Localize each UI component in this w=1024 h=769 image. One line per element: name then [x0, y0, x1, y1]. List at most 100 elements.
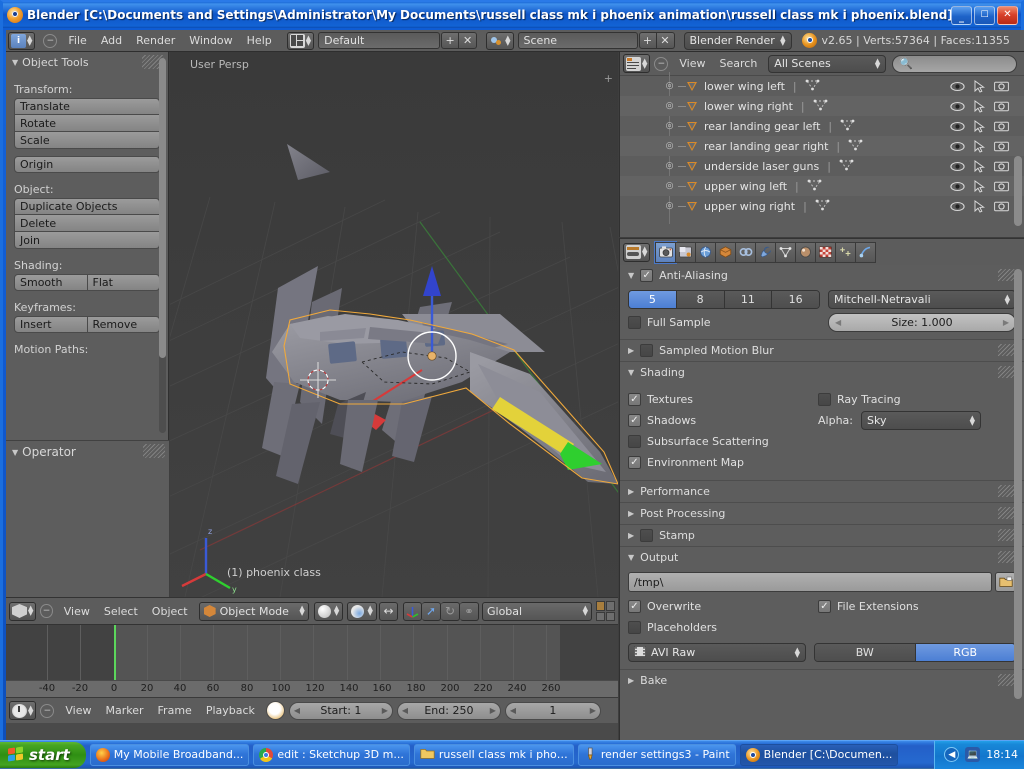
output-header[interactable]: ▼ Output	[620, 547, 1024, 568]
bake-header[interactable]: ▶ Bake	[620, 670, 1024, 691]
start-frame-field[interactable]: ◀ Start: 1 ▶	[289, 702, 393, 720]
taskbar-item-sketchup[interactable]: edit : Sketchup 3D m...	[253, 744, 410, 766]
camera-icon[interactable]	[990, 180, 1012, 192]
particles-tab[interactable]	[835, 242, 856, 263]
screen-layout-name[interactable]: Default	[318, 32, 440, 49]
expand-icon[interactable]: ◎	[664, 161, 675, 172]
eye-icon[interactable]	[946, 201, 968, 212]
object-data-tab[interactable]	[775, 242, 796, 263]
stamp-checkbox[interactable]: ✓	[640, 529, 653, 542]
scene-tab[interactable]	[695, 242, 716, 263]
camera-icon[interactable]	[990, 120, 1012, 132]
render-layers-tab[interactable]	[675, 242, 696, 263]
properties-scrollbar[interactable]	[1014, 269, 1022, 699]
viewport-menu-select[interactable]: Select	[97, 603, 145, 620]
expand-icon[interactable]: ◎	[664, 81, 675, 92]
eye-icon[interactable]	[946, 101, 968, 112]
full-sample-checkbox[interactable]: ✓	[628, 316, 641, 329]
viewport-editor-type-selector[interactable]: ▲▼	[9, 602, 36, 621]
close-button[interactable]: ✕	[997, 6, 1018, 25]
aa-sample-8[interactable]: 8	[677, 291, 725, 308]
texture-tab[interactable]	[815, 242, 836, 263]
environment-map-checkbox[interactable]: ✓	[628, 456, 641, 469]
info-editor-type-selector[interactable]: i ▲▼	[8, 32, 35, 50]
physics-tab[interactable]	[855, 242, 876, 263]
post-processing-header[interactable]: ▶ Post Processing	[620, 503, 1024, 524]
camera-icon[interactable]	[990, 140, 1012, 152]
decrement-icon[interactable]: ◀	[510, 706, 516, 715]
transform-orientation-selector[interactable]: Global ▲▼	[482, 602, 592, 621]
aa-sample-5[interactable]: 5	[629, 291, 677, 308]
outliner-row-lower-wing-left[interactable]: ◎ lower wing left |	[620, 76, 1024, 96]
decrement-icon[interactable]: ◀	[402, 706, 408, 715]
timeline-track[interactable]	[6, 625, 618, 680]
object-tools-panel-header[interactable]: ▼ Object Tools	[6, 52, 168, 73]
outliner-menu-view[interactable]: View	[672, 55, 712, 72]
collapse-menu-icon[interactable]: −	[654, 57, 668, 71]
snap-magnet-icon[interactable]: ⚭	[460, 602, 479, 621]
render-tab[interactable]	[655, 242, 676, 263]
menu-add[interactable]: Add	[94, 32, 129, 49]
outliner-editor-type-selector[interactable]: ▲▼	[623, 54, 650, 73]
file-extensions-checkbox[interactable]: ✓	[818, 600, 831, 613]
performance-header[interactable]: ▶ Performance	[620, 481, 1024, 502]
camera-icon[interactable]	[990, 100, 1012, 112]
screen-layout-selector[interactable]: ▲▼	[287, 32, 314, 50]
timeline-menu-view[interactable]: View	[58, 702, 98, 719]
aa-sample-16[interactable]: 16	[772, 291, 819, 308]
outliner-menu-search[interactable]: Search	[713, 55, 765, 72]
file-extensions-row[interactable]: ✓ File Extensions	[818, 596, 1016, 617]
shadows-checkbox[interactable]: ✓	[628, 414, 641, 427]
menu-window[interactable]: Window	[182, 32, 239, 49]
duplicate-objects-button[interactable]: Duplicate Objects	[14, 198, 160, 215]
scale-button[interactable]: Scale	[14, 132, 160, 149]
textures-checkbox[interactable]: ✓	[628, 393, 641, 406]
outliner-row-upper-wing-right[interactable]: ◎ upper wing right |	[620, 196, 1024, 216]
origin-button[interactable]: Origin	[14, 156, 160, 173]
flat-button[interactable]: Flat	[88, 274, 161, 291]
translate-button[interactable]: Translate	[14, 98, 160, 115]
aa-filter-selector[interactable]: Mitchell-Netravali ▲▼	[828, 290, 1016, 309]
world-tab[interactable]	[715, 242, 736, 263]
join-button[interactable]: Join	[14, 232, 160, 249]
viewport-panel-toggle-icon[interactable]: +	[604, 72, 613, 85]
add-screen-button[interactable]: +	[441, 32, 459, 49]
decrement-icon[interactable]: ◀	[294, 706, 300, 715]
viewport-menu-view[interactable]: View	[57, 603, 97, 620]
placeholders-row[interactable]: ✓ Placeholders	[628, 617, 818, 638]
subsurface-scattering-checkbox[interactable]: ✓	[628, 435, 641, 448]
pivot-point-selector[interactable]: ▲▼	[347, 602, 377, 621]
eye-icon[interactable]	[946, 121, 968, 132]
overwrite-row[interactable]: ✓ Overwrite	[628, 596, 818, 617]
menu-render[interactable]: Render	[129, 32, 182, 49]
camera-icon[interactable]	[990, 160, 1012, 172]
cursor-arrow-icon[interactable]	[968, 180, 990, 193]
output-format-selector[interactable]: AVI Raw ▲▼	[628, 643, 806, 662]
modifiers-tab[interactable]	[755, 242, 776, 263]
scene-selector[interactable]: ▲▼	[486, 32, 513, 50]
timeline-playhead[interactable]	[114, 625, 116, 680]
collapse-menu-icon[interactable]: −	[40, 704, 54, 718]
object-constraints-tab[interactable]	[735, 242, 756, 263]
output-path-input[interactable]: /tmp\	[628, 572, 992, 592]
outliner-row-rear-landing-gear-left[interactable]: ◎ rear landing gear left |	[620, 116, 1024, 136]
expand-icon[interactable]: ◎	[664, 121, 675, 132]
outliner-display-mode-selector[interactable]: All Scenes ▲▼	[768, 55, 886, 73]
cursor-arrow-icon[interactable]	[968, 200, 990, 213]
network-icon[interactable]: 💻	[965, 747, 980, 762]
ray-tracing-checkbox[interactable]: ✓	[818, 393, 831, 406]
color-mode-rgb[interactable]: RGB	[916, 644, 1016, 661]
taskbar-item-paint[interactable]: render settings3 - Paint	[578, 744, 736, 766]
increment-icon[interactable]: ▶	[382, 706, 388, 715]
material-tab[interactable]	[795, 242, 816, 263]
alpha-selector[interactable]: Sky ▲▼	[861, 411, 981, 430]
expand-icon[interactable]: ◎	[664, 201, 675, 212]
proportional-edit-icon[interactable]: ↔	[379, 602, 398, 621]
cursor-arrow-icon[interactable]	[968, 140, 990, 153]
interaction-mode-selector[interactable]: Object Mode ▲▼	[199, 602, 309, 621]
delete-button[interactable]: Delete	[14, 215, 160, 232]
minimize-button[interactable]: _	[951, 6, 972, 25]
sampled-motion-blur-checkbox[interactable]: ✓	[640, 344, 653, 357]
timeline-menu-marker[interactable]: Marker	[99, 702, 151, 719]
taskbar-item-blender[interactable]: Blender [C:\Documen...	[740, 744, 899, 766]
